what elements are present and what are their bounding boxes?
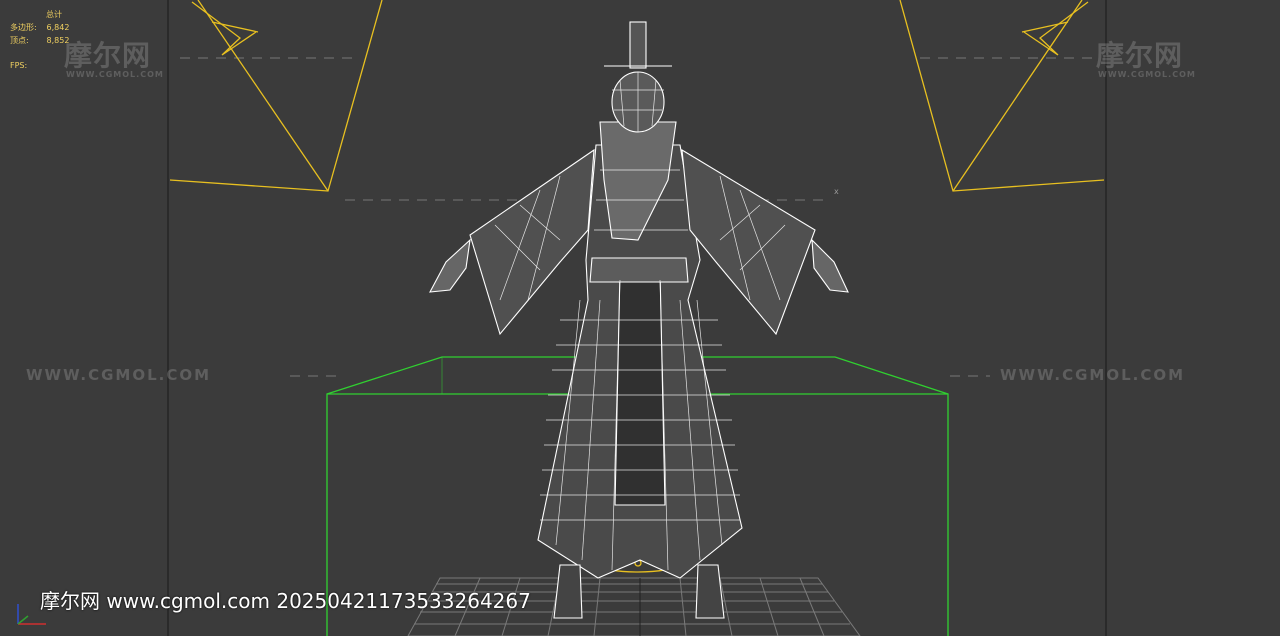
left-camera-gizmo: [169, 0, 383, 192]
stats-verts-row: 顶点: 8,852: [10, 34, 69, 47]
belt: [589, 257, 689, 283]
footer-watermark: 摩尔网 www.cgmol.com 20250421173533264267: [40, 589, 531, 613]
stats-verts-label: 顶点:: [10, 36, 29, 45]
right-hand: [811, 238, 849, 293]
stats-polys-value: 6,842: [46, 23, 70, 32]
watermark-logo-right: 摩尔网: [1096, 39, 1184, 72]
scene-marker: x: [834, 187, 839, 196]
left-hand: [429, 238, 471, 293]
watermark-logo-left: 摩尔网: [64, 39, 152, 72]
watermark-sub-right: WWW.CGMOL.COM: [1098, 70, 1196, 79]
perspective-viewport[interactable]: x 总计 多边形: 6,842 顶点: 8,852 FPS: 摩尔网 WWW.C…: [0, 0, 1280, 636]
scene-canvas[interactable]: x: [0, 0, 1280, 636]
right-boot: [695, 564, 725, 619]
right-sleeve: [681, 148, 816, 336]
left-sleeve: [469, 148, 595, 336]
stats-polys-row: 多边形: 6,842: [10, 21, 69, 34]
watermark-url-left: WWW.CGMOL.COM: [26, 366, 212, 384]
stats-polys-label: 多边形:: [10, 23, 37, 32]
hat-crown: [629, 21, 647, 69]
watermark-url-right: WWW.CGMOL.COM: [1000, 366, 1186, 384]
left-boot: [553, 564, 583, 619]
stats-total-label: 总计: [46, 10, 62, 19]
stats-fps-label: FPS:: [10, 61, 28, 70]
right-camera-gizmo: [899, 0, 1105, 192]
watermark-sub-left: WWW.CGMOL.COM: [66, 70, 164, 79]
viewport-statistics: 总计 多边形: 6,842 顶点: 8,852 FPS:: [10, 8, 69, 72]
